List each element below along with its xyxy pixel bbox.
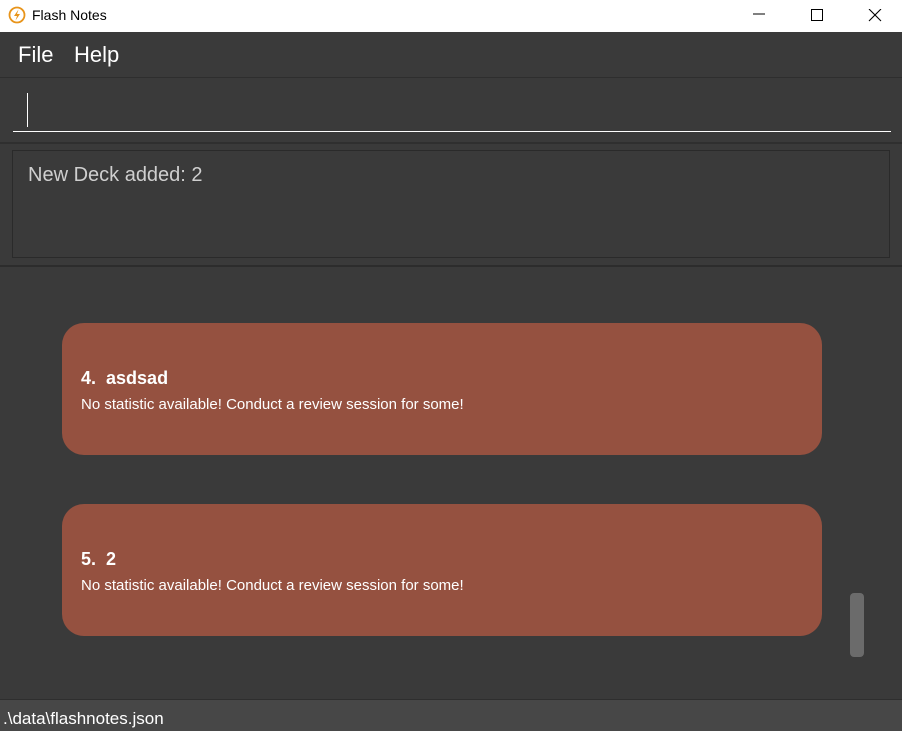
deck-title: 5. 2 xyxy=(81,549,116,569)
minimize-icon xyxy=(753,13,765,15)
deck-name: 2 xyxy=(106,549,117,569)
menu-file[interactable]: File xyxy=(18,42,53,68)
deck-card[interactable]: 4. asdsad No statistic available! Conduc… xyxy=(62,323,822,455)
maximize-button[interactable] xyxy=(794,0,840,32)
deck-list[interactable]: 4. asdsad No statistic available! Conduc… xyxy=(0,267,902,699)
result-message: New Deck added: 2 xyxy=(28,164,203,186)
title-bar: Flash Notes xyxy=(0,0,902,32)
command-input[interactable] xyxy=(13,88,891,132)
deck-statistic: No statistic available! Conduct a review… xyxy=(81,577,464,594)
deck-statistic: No statistic available! Conduct a review… xyxy=(81,396,464,413)
menu-bar: File Help xyxy=(0,32,902,78)
deck-index: 5. xyxy=(81,549,97,569)
save-file-path: .\data\flashnotes.json xyxy=(3,709,164,728)
status-bar: .\data\flashnotes.json xyxy=(0,699,902,731)
menu-help[interactable]: Help xyxy=(74,42,119,68)
close-icon xyxy=(868,9,882,22)
lightning-icon xyxy=(8,6,26,24)
deck-name: asdsad xyxy=(106,368,169,388)
maximize-icon xyxy=(811,9,823,21)
text-caret xyxy=(27,93,28,127)
deck-card[interactable]: 5. 2 No statistic available! Conduct a r… xyxy=(62,504,822,636)
app-window: Flash Notes File Help New Deck added: 2 xyxy=(0,0,902,731)
command-box xyxy=(0,78,902,144)
scrollbar-thumb[interactable] xyxy=(850,593,864,657)
deck-title: 4. asdsad xyxy=(81,368,168,388)
close-button[interactable] xyxy=(852,0,898,32)
result-display: New Deck added: 2 xyxy=(12,150,890,258)
deck-index: 4. xyxy=(81,368,97,388)
window-title: Flash Notes xyxy=(32,7,107,23)
minimize-button[interactable] xyxy=(736,0,782,32)
